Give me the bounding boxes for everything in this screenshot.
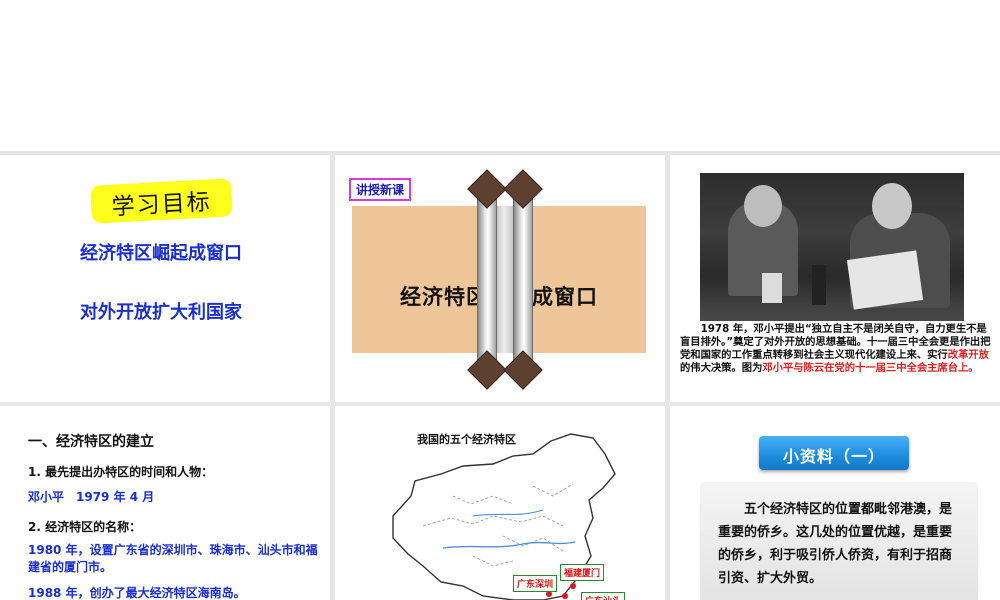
scroll-rod-left [477, 193, 497, 368]
scroll-rod-right [513, 193, 533, 368]
map-title: 我国的五个经济特区 [417, 433, 516, 446]
answer-3: 1988 年，创办了最大经济特区海南岛。 [28, 586, 246, 600]
scroll-cap-icon [467, 169, 507, 209]
photo-cup [762, 273, 782, 303]
goal-line-1: 经济特区崛起成窗口 [80, 243, 242, 264]
info-text: 五个经济特区的位置都毗邻港澳，是重要的侨乡。这几处的位置优越，是重要的侨乡，利于… [718, 502, 953, 586]
info-button[interactable]: 小资料（一） [759, 436, 909, 470]
map-label-xiamen: 福建厦门 [560, 564, 605, 581]
learning-goal-badge: 学习目标 [90, 178, 233, 224]
caption-highlight: 邓小平与陈云在党的十一届三中全会主席台上。 [762, 362, 979, 374]
photo-head-left [744, 185, 782, 227]
info-button-label: 小资料（一） [782, 447, 885, 466]
scroll-cap-icon [467, 350, 507, 390]
caption-highlight: 改革开放 [947, 349, 989, 361]
scroll-cap-icon [503, 350, 543, 390]
slide-thumbnail-5[interactable]: 我国的五个经济特区 广东深圳 福建厦门 广东汕头 [335, 406, 665, 600]
answer-1: 邓小平 1979 年 4 月 [28, 490, 155, 504]
historical-photo [700, 173, 964, 321]
caption-text: 的伟大决策。图为 [680, 362, 763, 374]
map-label-shenzhen: 广东深圳 [513, 575, 558, 592]
photo-head-right [872, 183, 912, 229]
learning-goal-badge-text: 学习目标 [111, 189, 213, 221]
question-2: 2. 经济特区的名称： [28, 520, 142, 534]
section-heading: 一、经济特区的建立 [28, 434, 154, 450]
slide-thumbnail-2[interactable]: 讲授新课 经济特区崛起成窗口 [335, 155, 665, 402]
scroll-rod-gap [495, 206, 513, 353]
map-label-shantou: 广东汕头 [581, 592, 626, 600]
goal-line-2: 对外开放扩大利国家 [80, 302, 242, 323]
zone-dot [562, 593, 568, 599]
slide-thumbnail-3[interactable]: 1978 年，邓小平提出“独立自主不是闭关自守，自力更生不是盲目排外。”奠定了对… [670, 155, 1000, 402]
scroll-cap-icon [503, 169, 543, 209]
zone-dot [570, 583, 576, 589]
new-lesson-tag: 讲授新课 [349, 178, 412, 201]
slide-thumbnail-6[interactable]: 小资料（一） 五个经济特区的位置都毗邻港澳，是重要的侨乡。这几处的位置优越，是重… [670, 406, 1000, 600]
caption-text: 1978 年，邓小平提出“独立自主不是闭关自守，自力更生不是盲目排外。”奠定了对… [680, 323, 991, 361]
top-blank-area [0, 0, 1000, 151]
slide-thumbnail-1[interactable]: 学习目标 经济特区崛起成窗口 对外开放扩大利国家 [0, 155, 330, 402]
question-1: 1. 最先提出办特区的时间和人物： [28, 465, 214, 479]
answer-2: 1980 年，设置广东省的深圳市、珠海市、汕头市和福建省的厦门市。 [28, 543, 318, 574]
photo-caption: 1978 年，邓小平提出“独立自主不是闭关自守，自力更生不是盲目排外。”奠定了对… [680, 323, 992, 375]
slide-thumbnail-4[interactable]: 一、经济特区的建立 1. 最先提出办特区的时间和人物： 邓小平 1979 年 4… [0, 406, 330, 600]
photo-microphone [812, 265, 826, 305]
photo-paper [846, 250, 924, 310]
